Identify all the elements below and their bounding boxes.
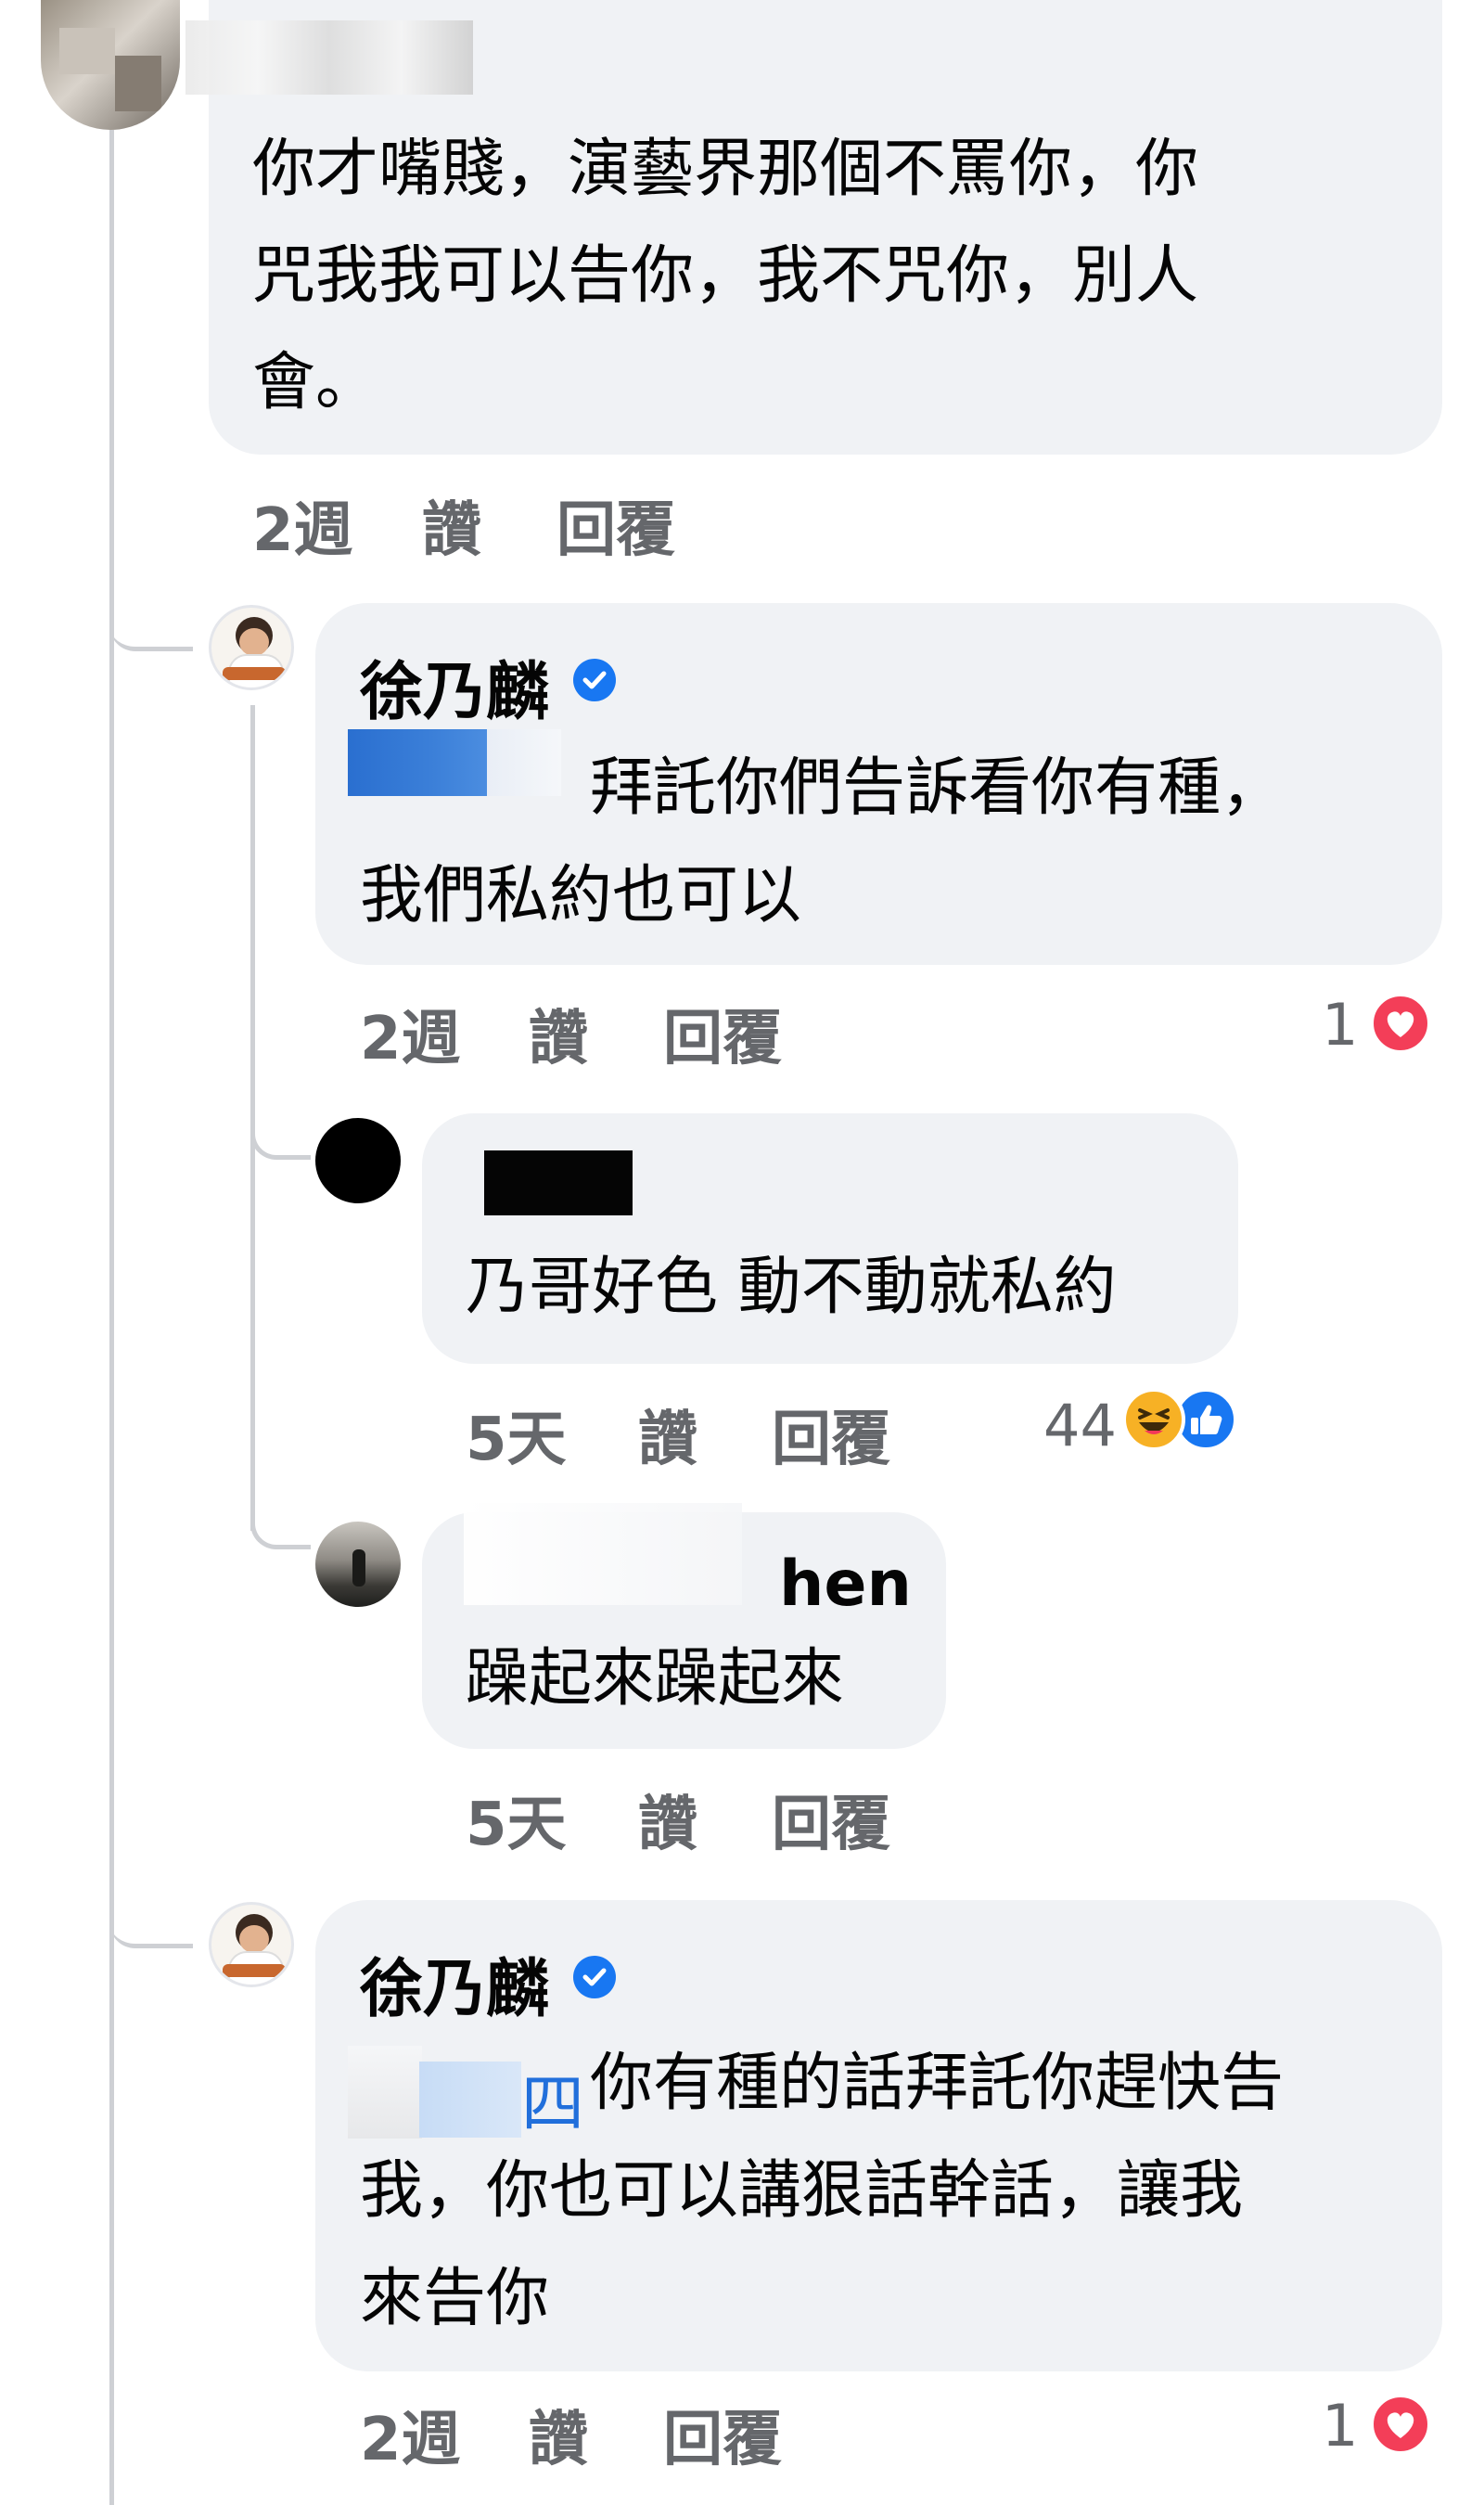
redacted-mention xyxy=(487,729,561,796)
comment-text-line: 你才嘴賤，演藝界那個不罵你，你 xyxy=(252,133,1199,206)
redacted-author-name xyxy=(484,1150,633,1215)
reply4-text-line: 我，你也可以講狠話幹話，讓我 xyxy=(360,2154,1244,2228)
avatar-blur-patch xyxy=(115,56,161,111)
reply3-reply-button[interactable]: 回覆 xyxy=(772,1777,890,1862)
reply4-time[interactable]: 2週 xyxy=(360,2392,461,2477)
reply4-text-line: 你有種的話拜託你趕快告 xyxy=(590,2047,1285,2120)
reply2-time[interactable]: 5天 xyxy=(466,1392,567,1477)
reply2-reply-button[interactable]: 回覆 xyxy=(772,1392,890,1477)
redacted-mention xyxy=(419,2062,521,2138)
love-reaction-icon[interactable] xyxy=(1370,993,1431,1054)
redacted-mention xyxy=(348,2046,422,2139)
redacted-author-name xyxy=(464,1503,742,1605)
comment-like-button[interactable]: 讚 xyxy=(422,482,481,568)
reply1-time[interactable]: 2週 xyxy=(360,991,461,1076)
thread-connector-reply3 xyxy=(250,1484,311,1549)
reply3-text-line: 躁起來躁起來 xyxy=(466,1642,845,1715)
reply2-reaction-count[interactable]: 44 xyxy=(1043,1392,1117,1459)
verified-badge-icon xyxy=(573,1956,616,1998)
reply1-author[interactable]: 徐乃麟 xyxy=(360,640,549,732)
avatar-xu-nailin[interactable] xyxy=(209,1902,294,1987)
reply1-like-button[interactable]: 讚 xyxy=(529,991,588,1076)
verified-badge-icon xyxy=(573,659,616,701)
reply4-like-button[interactable]: 讚 xyxy=(529,2392,588,2477)
thread-line-main xyxy=(109,130,114,2505)
reply3-author-suffix[interactable]: hen xyxy=(779,1548,912,1621)
thread-connector-reply1 xyxy=(109,575,193,651)
comment-text-line: 會。 xyxy=(252,346,379,419)
reply1-text-line: 拜託你們告訴看你有種， xyxy=(590,752,1285,825)
comment-reply-button[interactable]: 回覆 xyxy=(556,482,675,568)
avatar-commenter[interactable] xyxy=(41,0,180,130)
avatar-reply2-user[interactable] xyxy=(315,1118,401,1203)
comment-time[interactable]: 2週 xyxy=(252,482,353,568)
reply1-reaction-count[interactable]: 1 xyxy=(1322,991,1358,1059)
reply2-like-button[interactable]: 讚 xyxy=(638,1392,697,1477)
avatar-reply3-user[interactable] xyxy=(315,1522,401,1607)
love-reaction-icon[interactable] xyxy=(1370,2394,1431,2455)
reply2-text-line: 乃哥好色 動不動就私約 xyxy=(466,1251,1117,1324)
reply4-author[interactable]: 徐乃麟 xyxy=(360,1937,549,2029)
redacted-mention xyxy=(348,729,487,796)
reply3-time[interactable]: 5天 xyxy=(466,1777,567,1862)
thread-connector-reply4 xyxy=(109,1874,193,1948)
reply4-reply-button[interactable]: 回覆 xyxy=(663,2392,782,2477)
reply1-reply-button[interactable]: 回覆 xyxy=(663,991,782,1076)
avatar-xu-nailin[interactable] xyxy=(209,605,294,690)
comment-text-line: 咒我我可以告你，我不咒你，別人 xyxy=(252,239,1199,313)
haha-reaction-icon[interactable] xyxy=(1122,1388,1185,1451)
avatar-blur-patch xyxy=(59,28,115,74)
reply4-text-line: 來告你 xyxy=(360,2262,550,2335)
thread-connector-reply2 xyxy=(250,1095,311,1160)
redacted-author-name xyxy=(186,20,473,95)
reply4-mention-tail[interactable]: 四 xyxy=(521,2052,584,2144)
reply1-text-line: 我們私約也可以 xyxy=(360,859,802,932)
reply4-reaction-count[interactable]: 1 xyxy=(1322,2392,1358,2460)
reply3-like-button[interactable]: 讚 xyxy=(638,1777,697,1862)
